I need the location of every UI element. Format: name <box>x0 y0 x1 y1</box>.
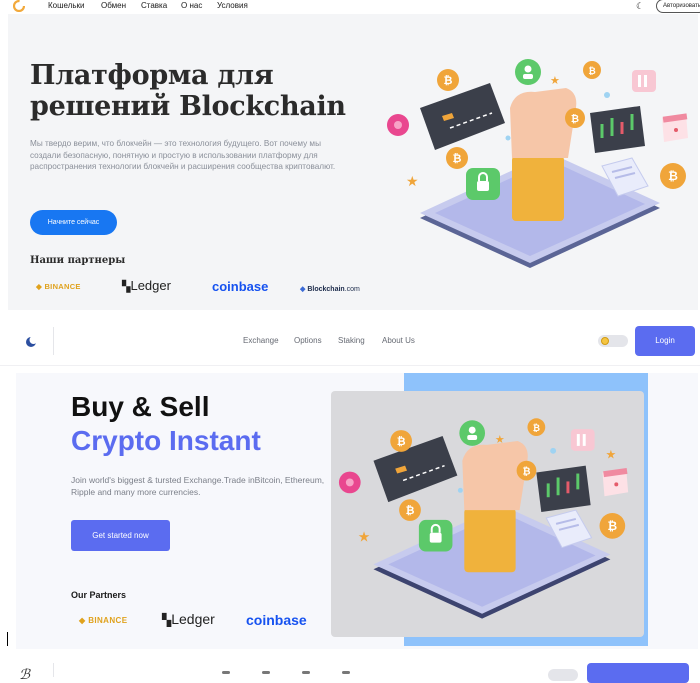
hero-title-line2: Crypto Instant <box>71 425 261 456</box>
partners-heading-ru: Наши партнеры <box>30 255 126 266</box>
dot-decoration <box>457 487 463 493</box>
chart-icon <box>590 106 645 153</box>
svg-text:₿: ₿ <box>533 423 540 433</box>
partner-binance: ◆ BINANCE <box>79 616 127 625</box>
user-badge-icon <box>459 420 486 446</box>
toggle-icon <box>601 337 609 345</box>
nav-item-partial[interactable] <box>302 671 310 674</box>
svg-text:₿: ₿ <box>453 153 462 165</box>
partner-binance: ◆ BINANCE <box>36 282 81 291</box>
star-icon: ★ <box>605 448 616 462</box>
dot-decoration <box>550 447 557 454</box>
sleeve-shape <box>512 156 564 221</box>
nav-item-staking[interactable]: Ставка <box>141 1 167 10</box>
bank-icon <box>570 429 595 451</box>
nav-item-exchange[interactable]: Обмен <box>101 1 126 10</box>
hero-illustration-ru: ₿ ₿ ₿ ₿ ₿ ★ ★ <box>387 59 688 268</box>
nav-item-partial[interactable] <box>342 671 350 674</box>
svg-text:₿: ₿ <box>522 467 530 478</box>
binance-icon: ◆ <box>36 282 43 291</box>
theme-toggle[interactable] <box>548 669 578 681</box>
hero-title-ru: Платформа для решений Blockchain <box>30 60 380 122</box>
calendar-icon <box>662 113 688 142</box>
start-now-button[interactable]: Начните сейчас <box>30 210 117 235</box>
star-icon: ★ <box>495 434 505 446</box>
partner-blockchain-suffix: .com <box>344 286 360 293</box>
card-icon <box>373 436 458 503</box>
partner-binance-label: BINANCE <box>88 616 128 625</box>
gear-icon <box>387 114 409 136</box>
hero-title-line1: Платформа для <box>30 60 274 91</box>
get-started-button[interactable]: Get started now <box>71 520 170 551</box>
star-icon: ★ <box>550 75 560 87</box>
lock-icon <box>418 519 453 552</box>
nav-item-about-us[interactable]: About Us <box>382 336 415 345</box>
nav-item-options[interactable]: Options <box>294 336 322 345</box>
partners-heading-en: Our Partners <box>71 590 127 600</box>
nav-item-partial[interactable] <box>262 671 270 674</box>
partner-binance-label: BINANCE <box>44 282 81 291</box>
gear-icon <box>338 471 361 494</box>
partner-ledger: ▚Ledger <box>122 278 171 293</box>
hero-title-line1: Buy & Sell <box>71 391 210 422</box>
text-cursor <box>7 632 8 646</box>
svg-text:₿: ₿ <box>444 75 453 87</box>
nav-item-staking[interactable]: Staking <box>338 336 365 345</box>
nav-separator <box>53 663 54 677</box>
logo-icon[interactable] <box>24 335 38 349</box>
svg-text:₿: ₿ <box>668 169 678 183</box>
calendar-icon <box>602 467 629 497</box>
partner-ledger-label: Ledger <box>130 278 171 293</box>
hero-title-line2: решений Blockchain <box>30 91 346 122</box>
user-badge-icon <box>515 59 541 85</box>
svg-text:₿: ₿ <box>608 519 618 533</box>
dot-decoration <box>505 135 511 141</box>
svg-text:₿: ₿ <box>571 113 579 125</box>
dot-decoration <box>604 92 610 98</box>
nav-separator <box>53 327 54 355</box>
star-icon: ★ <box>358 529 370 545</box>
nav-item-about[interactable]: О нас <box>181 1 202 10</box>
ledger-icon: ▚ <box>162 613 172 627</box>
moon-icon[interactable]: ☾ <box>636 1 644 12</box>
card-icon <box>420 83 505 150</box>
hero-illustration-en: ₿ ₿ ₿ ₿ ₿ ★ ★ ★ <box>338 418 629 619</box>
bank-icon <box>632 70 656 92</box>
nav-item-wallets[interactable]: Кошельки <box>48 1 85 10</box>
svg-text:₿: ₿ <box>397 436 406 448</box>
logo-icon[interactable]: ℬ <box>19 667 30 683</box>
partner-blockchain-label: Blockchain <box>307 286 345 293</box>
blockchain-icon: ◆ <box>300 286 306 293</box>
partner-blockchain: ◆ Blockchain.com <box>300 285 360 293</box>
svg-text:₿: ₿ <box>406 505 415 517</box>
partner-coinbase: coinbase <box>212 279 269 294</box>
partner-ledger-label: Ledger <box>171 611 215 627</box>
partner-ledger: ▚Ledger <box>162 611 215 627</box>
hero-description-ru: Мы твердо верим, что блокчейн — это техн… <box>30 139 336 172</box>
auth-button[interactable]: Авторизоваться <box>656 0 700 13</box>
login-button[interactable]: Login <box>635 326 695 356</box>
binance-icon: ◆ <box>79 616 86 625</box>
lock-icon <box>466 168 500 200</box>
star-icon: ★ <box>406 173 419 189</box>
nav-item-exchange[interactable]: Exchange <box>243 336 279 345</box>
partner-coinbase: coinbase <box>246 612 307 628</box>
nav-item-terms[interactable]: Условия <box>217 1 248 10</box>
chart-icon <box>536 465 591 513</box>
logo-icon[interactable] <box>13 0 25 12</box>
hero-description-en: Join world's biggest & tursted Exchange.… <box>71 475 325 497</box>
svg-text:₿: ₿ <box>588 66 595 76</box>
sleeve-shape <box>464 508 516 573</box>
login-button-partial[interactable] <box>587 663 689 683</box>
nav-item-partial[interactable] <box>222 671 230 674</box>
